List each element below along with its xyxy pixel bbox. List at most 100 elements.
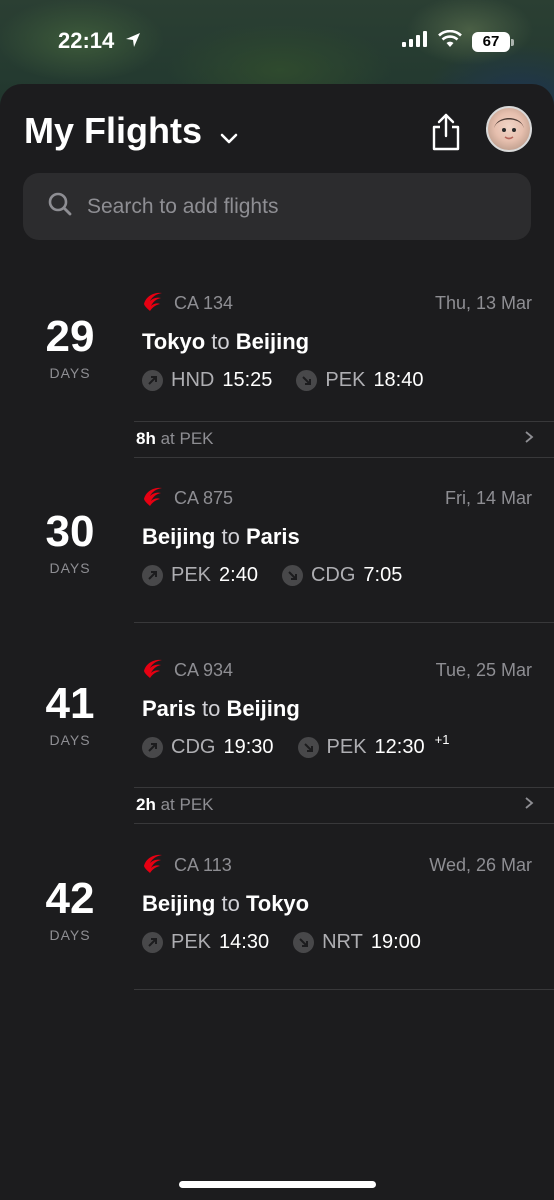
route-origin: Beijing: [142, 891, 216, 916]
days-number: 30: [45, 507, 95, 556]
days-label: DAYS: [49, 365, 91, 381]
divider: [134, 823, 554, 824]
landing-arrow-icon: [281, 565, 303, 586]
flight-number: CA 934: [174, 659, 234, 680]
days-until: 41 DAYS: [20, 679, 120, 749]
days-label: DAYS: [49, 927, 91, 943]
departure-code: HND: [171, 369, 215, 391]
landing-arrow-icon: [293, 932, 315, 953]
takeoff-arrow-icon: [142, 370, 163, 391]
status-time: 22:14: [58, 28, 115, 53]
avatar[interactable]: [486, 106, 532, 152]
arrival-code: CDG: [310, 564, 356, 586]
days-until: 42 DAYS: [20, 874, 120, 944]
flight-date: Fri, 14 Mar: [444, 487, 532, 508]
layover-row[interactable]: 2h at PEK: [136, 787, 534, 823]
route-origin: Beijing: [142, 524, 216, 549]
landing-arrow-icon: [296, 370, 318, 391]
route: Tokyo to Beijing: [142, 329, 532, 355]
divider: [134, 989, 554, 990]
arrival-time: 18:40: [373, 369, 424, 391]
departure: HND 15:25: [142, 369, 272, 392]
departure-time: 14:30: [219, 931, 270, 953]
flight-info: CA 134 Thu, 13 Mar Tokyo to Beijing HND …: [142, 291, 532, 392]
days-until: 30 DAYS: [20, 507, 120, 577]
route-to: to: [201, 696, 221, 721]
departure-code: PEK: [171, 564, 212, 586]
signal-icon: [402, 31, 428, 52]
flight-times: PEK 2:40 CDG 7:05: [142, 564, 532, 587]
flight-number: CA 875: [174, 487, 234, 508]
status-indicators: 67: [402, 29, 514, 53]
layover-row[interactable]: 8h at PEK: [136, 421, 534, 457]
arrival-day-offset: +1: [434, 732, 450, 747]
search-bar[interactable]: [23, 173, 531, 240]
chevron-down-icon: [220, 112, 238, 154]
arrival: PEK 12:30 +1: [297, 732, 449, 759]
layover-duration: 8h: [136, 429, 156, 448]
route-destination: Beijing: [235, 329, 310, 354]
departure: CDG 19:30: [142, 736, 274, 759]
page-title-text: My Flights: [24, 110, 202, 151]
air-china-logo-icon: [142, 852, 164, 879]
arrival-code: NRT: [322, 931, 363, 953]
route: Paris to Beijing: [142, 696, 532, 722]
arrival-time: 7:05: [363, 564, 403, 586]
flight-number: CA 113: [174, 854, 232, 875]
layover-airport: at PEK: [160, 795, 214, 814]
flight-info: CA 875 Fri, 14 Mar Beijing to Paris PEK …: [142, 486, 532, 587]
air-china-logo-icon: [142, 657, 164, 684]
days-number: 29: [45, 312, 95, 361]
divider: [134, 457, 554, 458]
page-title[interactable]: My Flights: [24, 108, 238, 154]
home-indicator[interactable]: [179, 1181, 376, 1188]
arrival-code: PEK: [326, 736, 367, 758]
air-china-logo-icon: [142, 290, 164, 317]
flight-card[interactable]: 29 DAYS CA 134 Thu, 13 Mar Tokyo to Beij…: [0, 291, 554, 421]
flight-card[interactable]: 42 DAYS CA 113 Wed, 26 Mar Beijing to To…: [0, 853, 554, 983]
share-button[interactable]: [430, 112, 462, 152]
flight-date: Wed, 26 Mar: [429, 854, 532, 875]
route-destination: Paris: [245, 524, 300, 549]
route-origin: Paris: [142, 696, 196, 721]
route-destination: Beijing: [226, 696, 300, 721]
search-input[interactable]: [87, 194, 487, 219]
battery-indicator: 67: [472, 31, 514, 52]
arrival: PEK 18:40: [296, 369, 424, 392]
flight-date: Tue, 25 Mar: [435, 659, 532, 680]
arrival-time: 12:30: [374, 736, 425, 758]
departure-code: PEK: [171, 931, 212, 953]
departure: PEK 2:40: [142, 564, 258, 587]
takeoff-arrow-icon: [142, 565, 163, 586]
days-until: 29 DAYS: [20, 312, 120, 382]
flight-date: Thu, 13 Mar: [434, 292, 532, 313]
departure-code: CDG: [171, 736, 216, 758]
route-destination: Tokyo: [245, 891, 310, 916]
departure-time: 15:25: [222, 369, 273, 391]
status-bar: 22:14 67: [0, 0, 554, 84]
arrival: CDG 7:05: [281, 564, 403, 587]
share-icon: [430, 113, 462, 156]
departure: PEK 14:30: [142, 931, 269, 954]
flight-card[interactable]: 30 DAYS CA 875 Fri, 14 Mar Beijing to Pa…: [0, 486, 554, 616]
flight-times: HND 15:25 PEK 18:40: [142, 369, 532, 392]
arrival-code: PEK: [325, 369, 366, 391]
days-number: 42: [45, 874, 95, 923]
days-label: DAYS: [49, 732, 91, 748]
air-china-logo-icon: [142, 485, 164, 512]
arrival: NRT 19:00: [293, 931, 421, 954]
chevron-right-icon: [524, 429, 534, 449]
flight-times: CDG 19:30 PEK 12:30 +1: [142, 732, 532, 759]
route-to: to: [221, 524, 240, 549]
route: Beijing to Tokyo: [142, 891, 532, 917]
flights-sheet: My Flights Search to add flights 29 DAYS…: [0, 84, 554, 1200]
landing-arrow-icon: [297, 737, 319, 758]
arrival-time: 19:00: [370, 931, 421, 953]
search-icon: [23, 191, 73, 222]
takeoff-arrow-icon: [142, 932, 163, 953]
layover-airport: at PEK: [160, 429, 214, 448]
flight-card[interactable]: 41 DAYS CA 934 Tue, 25 Mar Paris to Beij…: [0, 658, 554, 788]
route: Beijing to Paris: [142, 524, 532, 550]
route-to: to: [211, 329, 230, 354]
days-number: 41: [45, 679, 95, 728]
